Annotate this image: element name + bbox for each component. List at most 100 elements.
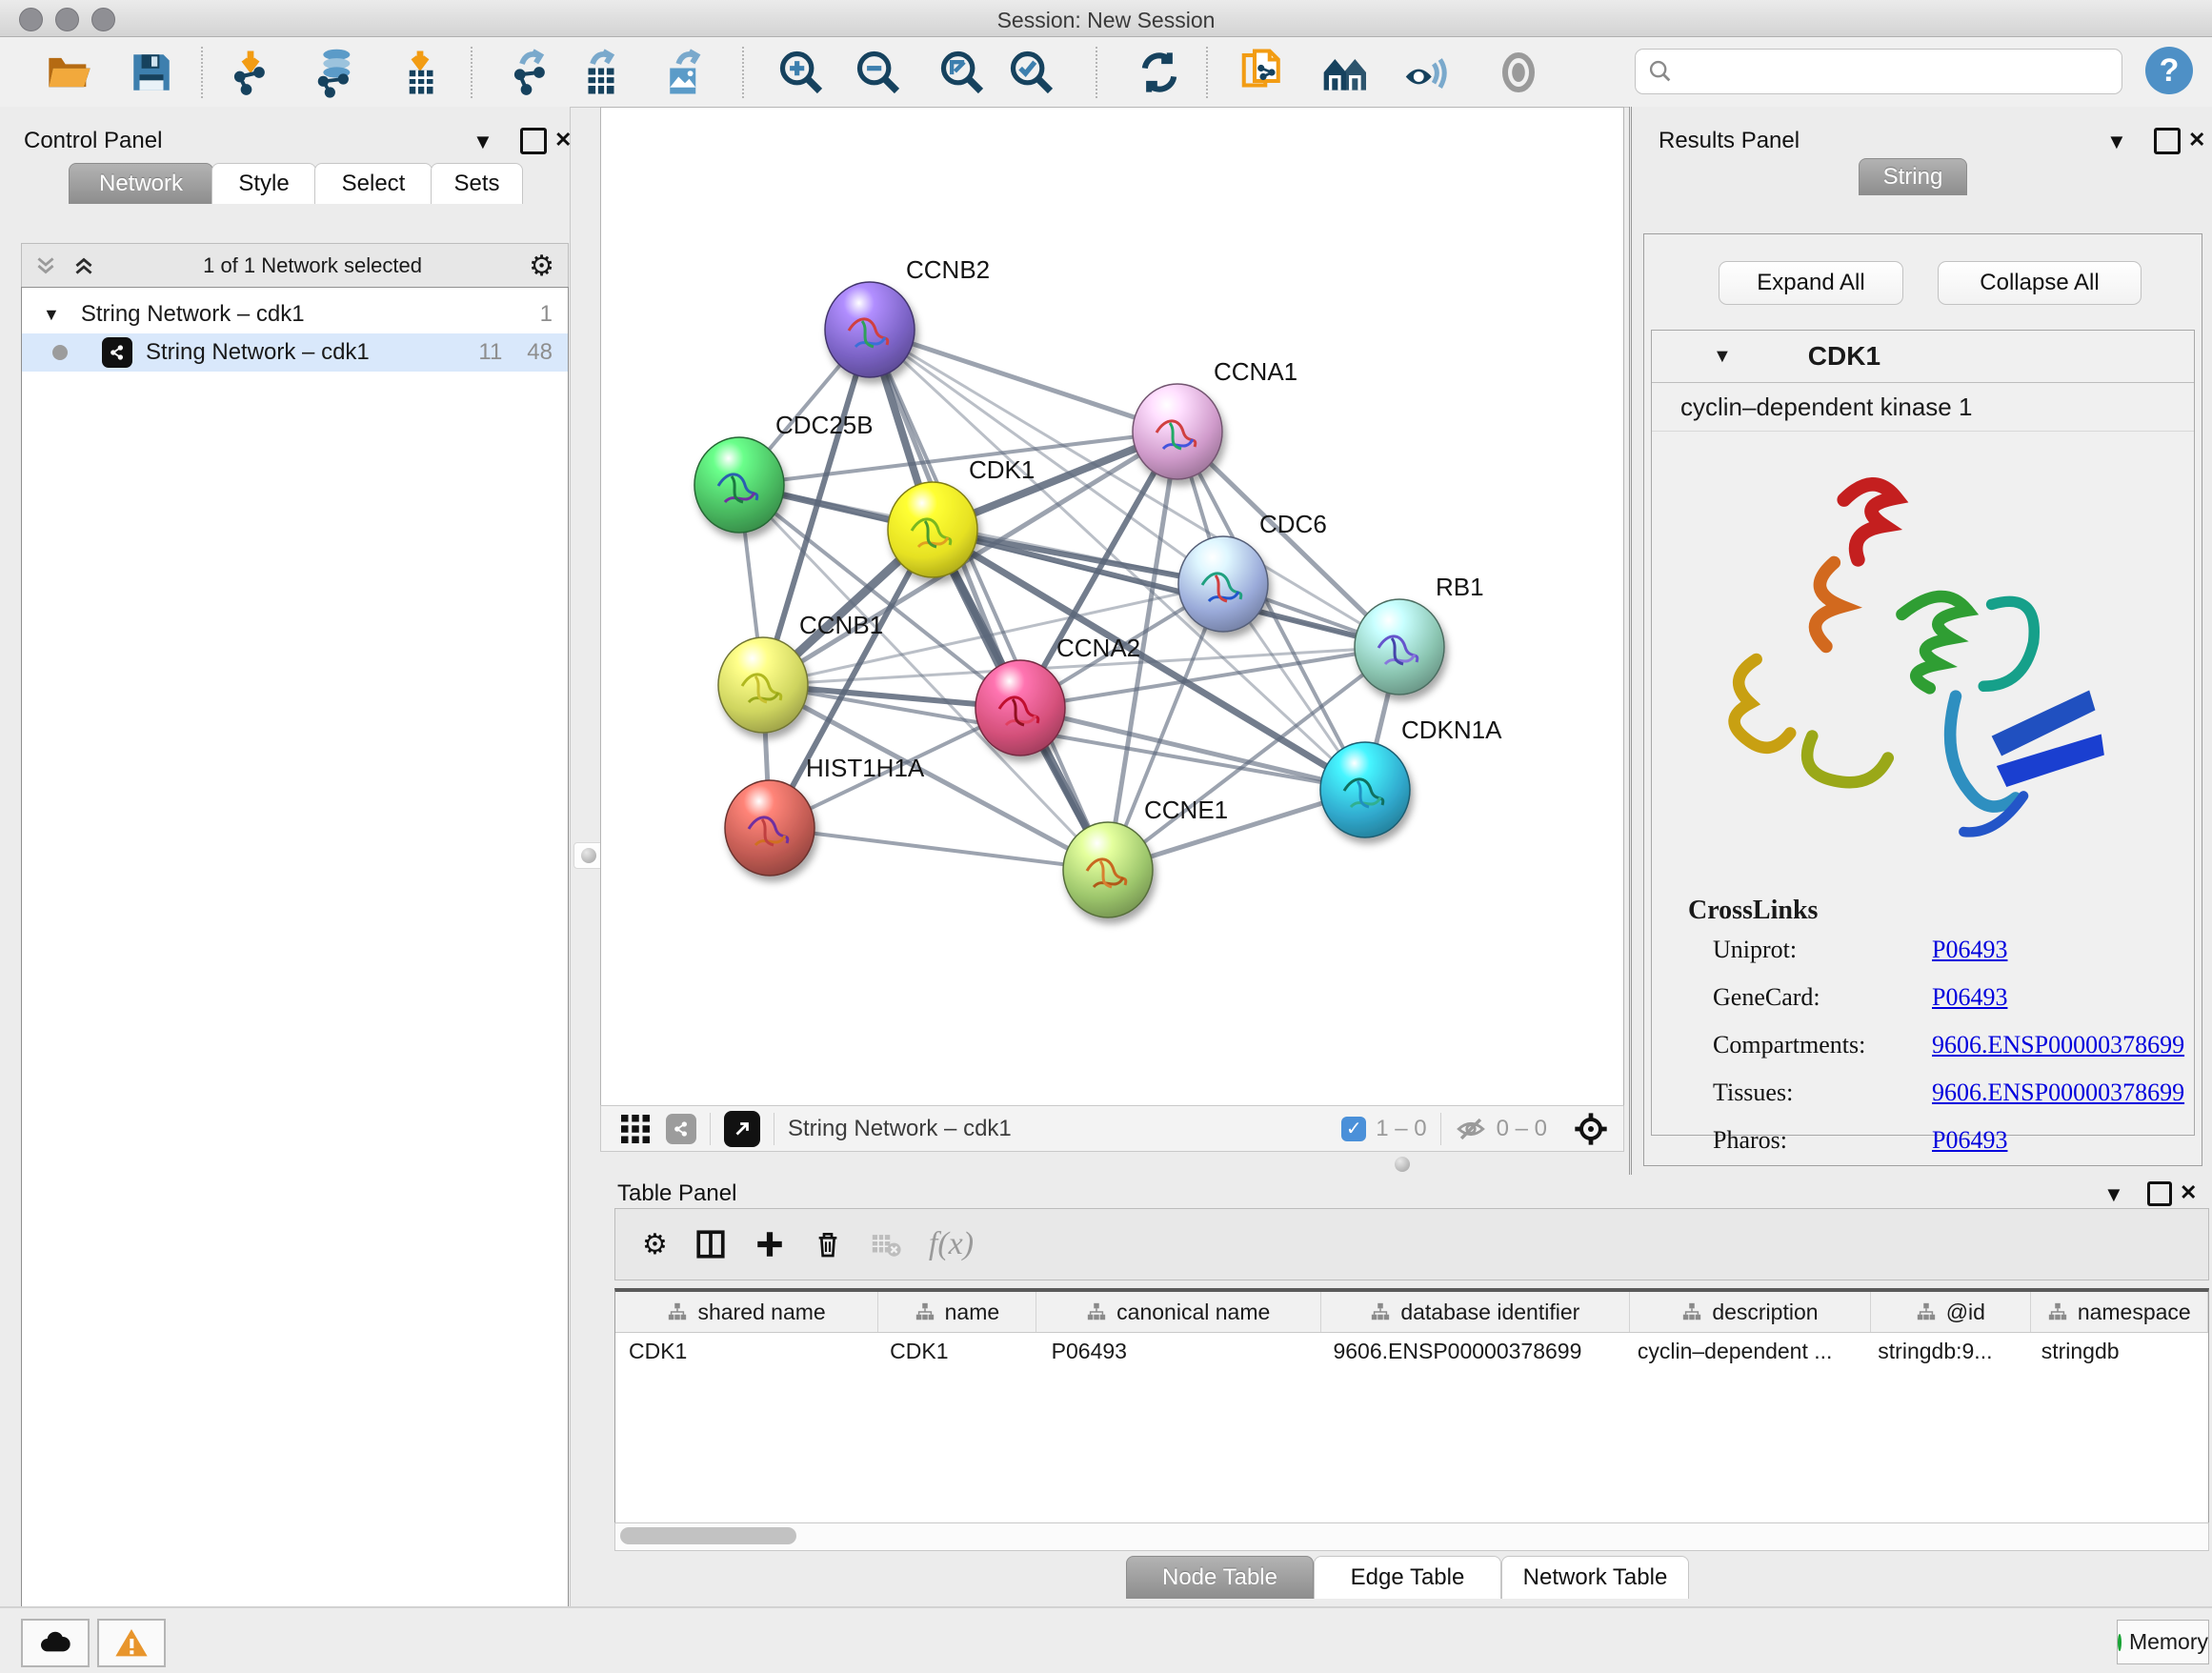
hscrollbar-thumb[interactable] [620,1527,796,1544]
table-cell[interactable]: stringdb:9... [1864,1333,2027,1369]
crosslink-link[interactable]: 9606.ENSP00000378699 [1932,1031,2184,1059]
collapse-all-button[interactable]: Collapse All [1938,261,2142,305]
warning-button[interactable] [97,1619,166,1667]
tab-style[interactable]: Style [211,163,316,204]
column-header[interactable]: shared name [615,1292,878,1332]
network-node[interactable]: HIST1H1A [725,754,925,876]
network-node-label: CCNA2 [1056,634,1140,662]
network-row-selected[interactable]: String Network – cdk1 11 48 [22,333,568,372]
help-button[interactable]: ? [2145,47,2193,94]
toolbar-separator [471,47,473,98]
tree-expander-icon[interactable]: ▼ [43,305,60,325]
zoom-out-button[interactable] [851,45,906,100]
show-graphics-details-button[interactable] [1398,45,1453,100]
table-settings-gear-icon[interactable]: ⚙ [642,1228,668,1261]
zoom-fit-button[interactable] [935,45,990,100]
panel-float-icon[interactable] [2154,128,2181,154]
crosslink-link[interactable]: P06493 [1932,983,2007,1012]
network-view-title: String Network – cdk1 [788,1116,1012,1142]
table-row[interactable]: CDK1CDK1P064939606.ENSP00000378699cyclin… [615,1333,2208,1369]
panel-float-icon[interactable] [2147,1181,2172,1206]
delete-column-icon[interactable] [813,1229,843,1260]
zoom-in-button[interactable] [774,45,829,100]
column-header[interactable]: name [878,1292,1036,1332]
column-header[interactable]: canonical name [1036,1292,1321,1332]
gear-icon[interactable]: ⚙ [529,250,554,283]
home-button[interactable] [1318,45,1374,100]
hide-graphics-details-button[interactable] [1491,45,1546,100]
panel-menu-icon[interactable]: ▼ [2103,1182,2124,1207]
import-database-icon [308,46,361,99]
open-session-button[interactable] [42,45,97,100]
tab-select[interactable]: Select [314,163,432,204]
column-header[interactable]: namespace [2031,1292,2208,1332]
table-cell[interactable]: cyclin–dependent ... [1624,1333,1864,1369]
crosslink-link[interactable]: P06493 [1932,1126,2007,1155]
function-builder-icon: f(x) [929,1226,974,1262]
export-network-button[interactable] [503,45,558,100]
column-header[interactable]: @id [1871,1292,2031,1332]
network-edge[interactable] [870,330,1177,432]
crosslink-link[interactable]: P06493 [1932,936,2007,964]
table-cell[interactable]: stringdb [2028,1333,2208,1369]
column-header[interactable]: description [1630,1292,1871,1332]
crosslink-link[interactable]: 9606.ENSP00000378699 [1932,1078,2184,1107]
search-input[interactable] [1674,58,2087,85]
export-table-button[interactable] [573,45,629,100]
tab-network[interactable]: Network [69,163,213,204]
refresh-view-button[interactable] [1132,45,1187,100]
birdseye-icon[interactable] [1572,1110,1610,1148]
tab-string[interactable]: String [1859,158,1967,195]
tab-edge-table[interactable]: Edge Table [1314,1556,1501,1599]
export-image-button[interactable] [657,45,713,100]
network-node[interactable]: CCNE1 [1063,796,1228,917]
network-collection-row[interactable]: ▼ String Network – cdk1 1 [22,295,568,333]
network-node[interactable]: RB1 [1355,573,1484,695]
panel-close-icon[interactable]: ✕ [2188,128,2205,152]
add-column-icon[interactable] [754,1228,786,1260]
tab-sets[interactable]: Sets [431,163,523,204]
cloud-button[interactable] [21,1619,90,1667]
network-graph[interactable]: CCNB2CCNA1CDC25BCDK1CDC6RB1CCNB1CCNA2CDK… [601,108,1623,1106]
string-view-icon[interactable] [666,1114,696,1144]
grid-view-icon[interactable] [618,1112,653,1146]
column-type-icon [2047,1301,2068,1322]
panel-menu-icon[interactable]: ▼ [2106,130,2127,154]
zoom-selected-button[interactable] [1004,45,1059,100]
tab-network-table[interactable]: Network Table [1501,1556,1689,1599]
table-cell[interactable]: CDK1 [615,1333,876,1369]
import-table-button[interactable] [392,45,448,100]
network-node[interactable]: CDK1 [888,455,1035,577]
protein-card-header[interactable]: ▼ CDK1 [1652,331,2194,383]
panel-close-icon[interactable]: ✕ [2180,1180,2197,1205]
tab-node-table[interactable]: Node Table [1126,1556,1314,1599]
crosslink-label: Uniprot: [1713,936,1932,964]
show-columns-icon[interactable] [694,1228,727,1260]
network-canvas[interactable]: CCNB2CCNA1CDC25BCDK1CDC6RB1CCNB1CCNA2CDK… [600,107,1624,1107]
column-header[interactable]: database identifier [1321,1292,1630,1332]
network-edge[interactable] [770,828,1108,870]
table-cell[interactable]: 9606.ENSP00000378699 [1319,1333,1623,1369]
detach-view-icon[interactable] [724,1111,760,1147]
table-cell[interactable]: P06493 [1038,1333,1320,1369]
panel-float-icon[interactable] [520,128,547,154]
panel-close-icon[interactable]: ✕ [554,128,572,152]
clone-network-button[interactable] [1236,45,1291,100]
import-network-from-database-button[interactable] [307,45,362,100]
import-network-button[interactable] [223,45,278,100]
selected-checkbox-icon[interactable]: ✓ [1341,1117,1366,1141]
network-node[interactable]: CCNA1 [1133,357,1297,479]
network-node[interactable]: CDKN1A [1320,716,1502,837]
panel-menu-icon[interactable]: ▼ [473,130,493,154]
table-cell[interactable]: CDK1 [876,1333,1038,1369]
network-edge[interactable] [1020,708,1365,790]
collapse-all-icon[interactable] [33,253,58,278]
expand-all-icon[interactable] [71,253,96,278]
expand-all-button[interactable]: Expand All [1719,261,1903,305]
memory-button[interactable]: Memory [2117,1620,2209,1664]
table-hscrollbar[interactable] [614,1522,2209,1551]
horizontal-splitter-handle[interactable] [1395,1157,1410,1172]
save-session-button[interactable] [124,45,179,100]
network-node[interactable]: CCNB1 [718,611,883,733]
collapse-triangle-icon[interactable]: ▼ [1713,346,1732,368]
